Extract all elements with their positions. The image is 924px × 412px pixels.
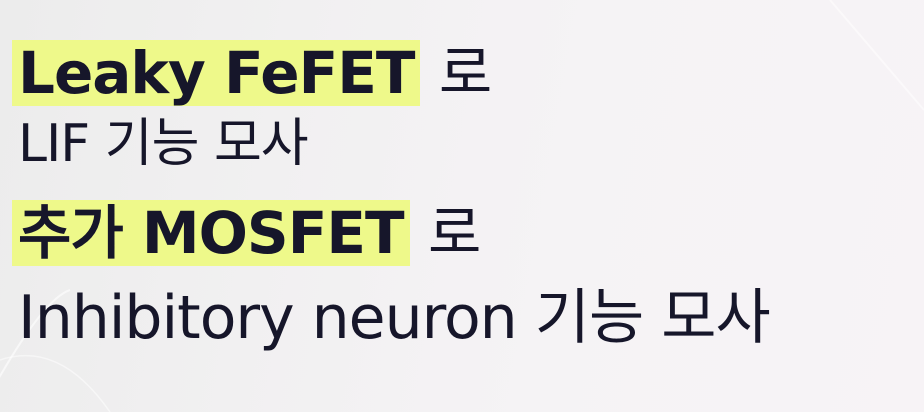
highlighted-keyword-mosfet: 추가 MOSFET: [12, 200, 410, 266]
line-3-suffix: 로: [427, 199, 481, 267]
slide-line-4: Inhibitory neuron 기능 모사: [18, 288, 771, 348]
highlighted-keyword-leaky-fefet: Leaky FeFET: [12, 40, 421, 106]
line-4-text: Inhibitory neuron 기능 모사: [18, 283, 771, 353]
line-2-text: LIF 기능 모사: [18, 114, 309, 174]
slide-line-1: Leaky FeFET 로: [12, 39, 492, 107]
slide-line-3: 추가 MOSFET 로: [12, 199, 481, 267]
line-1-suffix: 로: [438, 39, 492, 107]
slide-line-2: LIF 기능 모사: [18, 118, 309, 170]
